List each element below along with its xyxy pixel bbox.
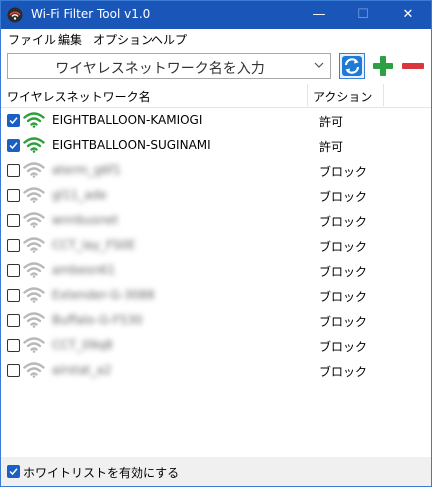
list-header: ワイヤレスネットワーク名 アクション	[1, 84, 431, 108]
wifi-blocked-icon	[23, 162, 45, 178]
column-header-ssid[interactable]: ワイヤレスネットワーク名	[7, 88, 151, 105]
add-network-button[interactable]	[370, 53, 396, 79]
wifi-blocked-icon	[23, 237, 45, 253]
wifi-blocked-icon	[23, 312, 45, 328]
network-ssid: Buffalo-G-F530	[52, 313, 143, 327]
remove-network-button[interactable]	[400, 53, 426, 79]
menu-help[interactable]: ヘルプ	[151, 31, 187, 48]
minimize-button[interactable]: —	[297, 1, 341, 29]
network-checkbox[interactable]	[7, 164, 20, 177]
wifi-app-icon	[7, 7, 23, 23]
ssid-combobox[interactable]: ワイヤレスネットワーク名を入力	[7, 53, 331, 79]
network-action[interactable]: ブロック	[319, 263, 367, 280]
wifi-allowed-icon	[23, 112, 45, 128]
network-checkbox[interactable]	[7, 364, 20, 377]
refresh-icon	[342, 56, 362, 76]
check-icon	[9, 117, 18, 125]
network-ssid: airstat_a2	[52, 363, 112, 377]
network-checkbox[interactable]	[7, 289, 20, 302]
network-action[interactable]: ブロック	[319, 363, 367, 380]
network-ssid: wnnbusnet	[52, 213, 119, 227]
chevron-down-icon[interactable]	[312, 58, 326, 72]
wifi-blocked-icon	[23, 337, 45, 353]
network-checkbox[interactable]	[7, 114, 20, 127]
network-checkbox[interactable]	[7, 189, 20, 202]
check-icon	[9, 142, 18, 150]
whitelist-checkbox[interactable]	[7, 465, 20, 478]
network-ssid: CCT_lay_FS0E	[52, 238, 136, 252]
network-checkbox[interactable]	[7, 139, 20, 152]
network-list: EIGHTBALLOON-KAMIOGI 許可 EIGHTBALLOON-SUGIN…	[1, 108, 431, 426]
app-window: Wi-Fi Filter Tool v1.0 — ☐ ✕ ファイル 編集 オプシ…	[0, 0, 432, 487]
network-row[interactable]: aterm_g6f1 ブロック	[1, 158, 431, 183]
network-action[interactable]: ブロック	[319, 163, 367, 180]
column-divider[interactable]	[383, 84, 384, 106]
close-button[interactable]: ✕	[386, 1, 430, 29]
wifi-blocked-icon	[23, 287, 45, 303]
menu-file[interactable]: ファイル	[8, 31, 56, 48]
network-checkbox[interactable]	[7, 314, 20, 327]
network-ssid: EIGHTBALLOON-SUGINAMI	[52, 138, 211, 152]
network-ssid: CCT_09q8	[52, 338, 113, 352]
network-checkbox[interactable]	[7, 264, 20, 277]
wifi-allowed-icon	[23, 137, 45, 153]
network-row[interactable]: airstat_a2 ブロック	[1, 358, 431, 383]
network-checkbox[interactable]	[7, 339, 20, 352]
network-action[interactable]: ブロック	[319, 313, 367, 330]
window-title: Wi-Fi Filter Tool v1.0	[31, 7, 151, 21]
network-row[interactable]: EIGHTBALLOON-KAMIOGI 許可	[1, 108, 431, 133]
maximize-button[interactable]: ☐	[341, 1, 385, 29]
network-action[interactable]: ブロック	[319, 288, 367, 305]
ssid-input-placeholder: ワイヤレスネットワーク名を入力	[55, 61, 265, 77]
network-row[interactable]: Extender-G-3088 ブロック	[1, 283, 431, 308]
check-icon	[9, 468, 18, 476]
network-ssid: Extender-G-3088	[52, 288, 155, 302]
wifi-blocked-icon	[23, 212, 45, 228]
wifi-blocked-icon	[23, 187, 45, 203]
network-action[interactable]: ブロック	[319, 338, 367, 355]
network-row[interactable]: CCT_lay_FS0E ブロック	[1, 233, 431, 258]
minus-icon	[402, 63, 424, 69]
network-checkbox[interactable]	[7, 214, 20, 227]
network-action[interactable]: 許可	[319, 138, 343, 155]
network-ssid: gl11_ade	[52, 188, 107, 202]
wifi-blocked-icon	[23, 262, 45, 278]
refresh-button[interactable]	[339, 53, 365, 79]
column-divider[interactable]	[307, 84, 308, 106]
network-row[interactable]: ambesn61 ブロック	[1, 258, 431, 283]
network-row[interactable]: Buffalo-G-F530 ブロック	[1, 308, 431, 333]
network-row[interactable]: gl11_ade ブロック	[1, 183, 431, 208]
network-action[interactable]: ブロック	[319, 238, 367, 255]
network-row[interactable]: wnnbusnet ブロック	[1, 208, 431, 233]
network-row[interactable]: EIGHTBALLOON-SUGINAMI 許可	[1, 133, 431, 158]
plus-icon	[373, 56, 393, 76]
whitelist-label[interactable]: ホワイトリストを有効にする	[23, 464, 179, 481]
network-action[interactable]: 許可	[319, 113, 343, 130]
title-bar[interactable]: Wi-Fi Filter Tool v1.0 — ☐ ✕	[1, 1, 431, 29]
network-ssid: ambesn61	[52, 263, 116, 277]
network-ssid: aterm_g6f1	[52, 163, 121, 177]
network-checkbox[interactable]	[7, 239, 20, 252]
status-footer: ホワイトリストを有効にする	[1, 457, 431, 486]
menu-options[interactable]: オプション	[93, 31, 153, 48]
menu-bar: ファイル 編集 オプション ヘルプ	[1, 29, 431, 50]
column-header-action[interactable]: アクション	[313, 88, 372, 105]
network-row[interactable]: CCT_09q8 ブロック	[1, 333, 431, 358]
network-action[interactable]: ブロック	[319, 213, 367, 230]
network-action[interactable]: ブロック	[319, 188, 367, 205]
wifi-blocked-icon	[23, 362, 45, 378]
menu-edit[interactable]: 編集	[58, 31, 82, 48]
toolbar: ワイヤレスネットワーク名を入力	[1, 50, 431, 84]
network-ssid: EIGHTBALLOON-KAMIOGI	[52, 113, 203, 127]
